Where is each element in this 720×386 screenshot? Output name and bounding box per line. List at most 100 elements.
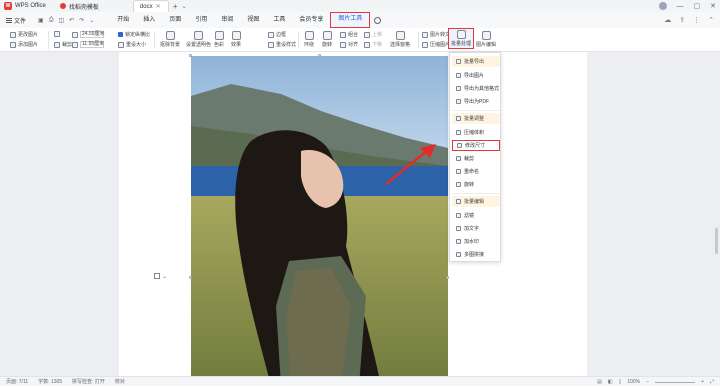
close-window-icon[interactable]: ✕ bbox=[710, 2, 716, 10]
menu-item-rotate[interactable]: 旋转 bbox=[452, 179, 500, 190]
more-menu-icon[interactable]: ⋮ bbox=[693, 16, 700, 24]
tab-2[interactable]: 插入 bbox=[136, 12, 162, 28]
tab-8[interactable]: 会员专享 bbox=[292, 12, 330, 28]
reset-style-button[interactable]: 重设样式 bbox=[268, 41, 296, 48]
border-button[interactable]: 边框 bbox=[268, 31, 286, 38]
redo-icon[interactable]: ↷ bbox=[79, 17, 84, 24]
tab-6[interactable]: 视图 bbox=[240, 12, 266, 28]
tab-5[interactable]: 审阅 bbox=[214, 12, 240, 28]
read-mode-icon[interactable]: ▯ bbox=[619, 379, 622, 385]
menu-item-resize[interactable]: 修改尺寸 bbox=[452, 140, 500, 151]
batch-process-button[interactable]: 批量处理 bbox=[448, 28, 475, 49]
menu-item-export-images[interactable]: 导出图片 bbox=[452, 70, 500, 81]
menu-item-crop[interactable]: 裁剪 bbox=[452, 153, 500, 164]
menu-item-multi-format[interactable]: 多图拼接 bbox=[452, 249, 500, 260]
height-input[interactable]: 11.55厘米 bbox=[80, 41, 104, 48]
layout-options-icon[interactable] bbox=[154, 273, 160, 279]
resize-handle[interactable] bbox=[189, 276, 192, 279]
crop-button[interactable]: 裁剪 bbox=[54, 41, 72, 48]
image-edit-button[interactable]: 图片编辑 bbox=[476, 31, 496, 48]
save-icon[interactable]: ▣ bbox=[38, 17, 44, 24]
close-tab-icon[interactable]: ✕ bbox=[156, 3, 161, 10]
move-down-button[interactable]: 下移 bbox=[364, 41, 382, 48]
app-name: WPS Office bbox=[15, 3, 46, 9]
selection-pane-button[interactable]: 选择窗格 bbox=[390, 31, 410, 48]
page-indicator[interactable]: 页面: 7/11 bbox=[6, 378, 28, 385]
tab-7[interactable]: 工具 bbox=[266, 12, 292, 28]
scrollbar-thumb[interactable] bbox=[715, 228, 718, 254]
more-icon[interactable]: ⌄ bbox=[89, 17, 94, 24]
sync-icon[interactable]: ☁ bbox=[664, 16, 671, 24]
collapse-ribbon-icon[interactable]: ⌃ bbox=[708, 16, 714, 24]
fullscreen-icon[interactable]: ⤢ bbox=[710, 379, 714, 385]
search-icon[interactable] bbox=[374, 16, 382, 24]
vertical-scrollbar[interactable] bbox=[713, 52, 720, 376]
set-transparent-button[interactable]: 设置透明色 bbox=[186, 31, 211, 48]
menu-item-compress-volume[interactable]: 压缩体积 bbox=[452, 127, 500, 138]
menu-item-rename[interactable]: 重命名 bbox=[452, 166, 500, 177]
web-view-icon[interactable]: ◧ bbox=[608, 379, 613, 385]
menu-item-add-watermark[interactable]: 加水印 bbox=[452, 236, 500, 247]
document-tab[interactable]: docx ✕ bbox=[132, 0, 169, 12]
add-image-button[interactable]: 添加图片 bbox=[10, 41, 38, 48]
border-label: 边框 bbox=[276, 32, 287, 38]
template-tab[interactable]: 找稻壳模板 bbox=[54, 0, 105, 12]
menu-item-filter[interactable]: 滤镜 bbox=[452, 210, 500, 221]
preview-icon[interactable]: ◫ bbox=[59, 17, 65, 24]
print-icon[interactable]: ⎙ bbox=[49, 17, 54, 24]
new-tab-icon[interactable]: + bbox=[173, 2, 178, 11]
tab-9[interactable]: 图片工具 bbox=[330, 12, 371, 28]
lock-ratio-checkbox[interactable]: 锁定纵横比 bbox=[118, 31, 150, 38]
maximize-icon[interactable]: ▢ bbox=[694, 2, 701, 10]
wrap-button[interactable]: 环绕 bbox=[304, 31, 314, 48]
move-down-icon bbox=[364, 41, 370, 48]
move-up-button[interactable]: 上移 bbox=[364, 31, 382, 38]
minimize-icon[interactable]: — bbox=[677, 3, 684, 10]
proofread-status[interactable]: 校对 bbox=[115, 378, 125, 385]
color-button[interactable]: 色彩 bbox=[214, 31, 224, 48]
tab-3[interactable]: 页面 bbox=[162, 12, 188, 28]
menu-item-export-pdf[interactable]: 导出为PDF bbox=[452, 96, 500, 107]
selected-photo[interactable] bbox=[191, 56, 448, 386]
zoom-level[interactable]: 100% bbox=[627, 379, 640, 385]
avatar[interactable] bbox=[658, 2, 667, 10]
reset-size-button[interactable]: 重设大小 bbox=[118, 41, 146, 48]
resize-handle[interactable] bbox=[189, 54, 192, 57]
remove-background-icon bbox=[165, 31, 175, 40]
resize-handle[interactable] bbox=[318, 54, 321, 57]
chevron-down-icon[interactable]: ⌄ bbox=[182, 3, 187, 10]
rotate-button[interactable]: 旋转 bbox=[322, 31, 332, 48]
width-input[interactable]: 24.59厘米 bbox=[80, 31, 105, 38]
zoom-slider[interactable] bbox=[655, 381, 696, 383]
zoom-out-icon[interactable]: − bbox=[646, 379, 649, 385]
crop-tool-button[interactable] bbox=[54, 31, 60, 37]
word-count[interactable]: 字数: 1305 bbox=[38, 378, 62, 385]
combine-button[interactable]: 组合 bbox=[340, 31, 358, 38]
tab-4[interactable]: 引用 bbox=[188, 12, 214, 28]
effects-button[interactable]: 效果 bbox=[231, 31, 241, 48]
zoom-in-icon[interactable]: + bbox=[701, 379, 704, 385]
view-mode-icon[interactable]: ▤ bbox=[597, 379, 602, 385]
app-tab[interactable]: W WPS Office bbox=[0, 0, 50, 12]
section-batch-export-label: 批量导出 bbox=[464, 59, 485, 65]
compress-image-button[interactable]: 压缩图片 bbox=[422, 41, 450, 48]
resize-handle[interactable] bbox=[446, 276, 449, 279]
remove-background-button[interactable]: 抠除背景 bbox=[160, 31, 180, 48]
align-button[interactable]: 对齐 bbox=[340, 41, 358, 48]
change-image-button[interactable]: 更改图片 bbox=[10, 31, 38, 38]
menu-item-export-other-format[interactable]: 导出为其他格式 bbox=[452, 83, 500, 94]
menu-item-multi-format-label: 多图拼接 bbox=[464, 252, 485, 258]
section-batch-adjust-label: 批量调整 bbox=[464, 116, 485, 122]
undo-icon[interactable]: ↶ bbox=[69, 17, 74, 24]
file-menu[interactable]: 文件 bbox=[0, 16, 32, 25]
checkbox-checked-icon bbox=[118, 32, 123, 37]
height-icon bbox=[72, 41, 78, 48]
spell-check-status[interactable]: 拼写检查: 打开 bbox=[72, 378, 105, 385]
menu-item-add-text[interactable]: 加文字 bbox=[452, 223, 500, 234]
layout-options-chevron-icon[interactable]: ⌄ bbox=[162, 273, 167, 280]
share-icon[interactable]: ⇪ bbox=[679, 16, 685, 24]
tab-1[interactable]: 开始 bbox=[110, 12, 136, 28]
lock-ratio-label: 锁定纵横比 bbox=[125, 32, 151, 38]
portrait-photo-image bbox=[191, 56, 448, 386]
color-label: 色彩 bbox=[214, 42, 225, 48]
